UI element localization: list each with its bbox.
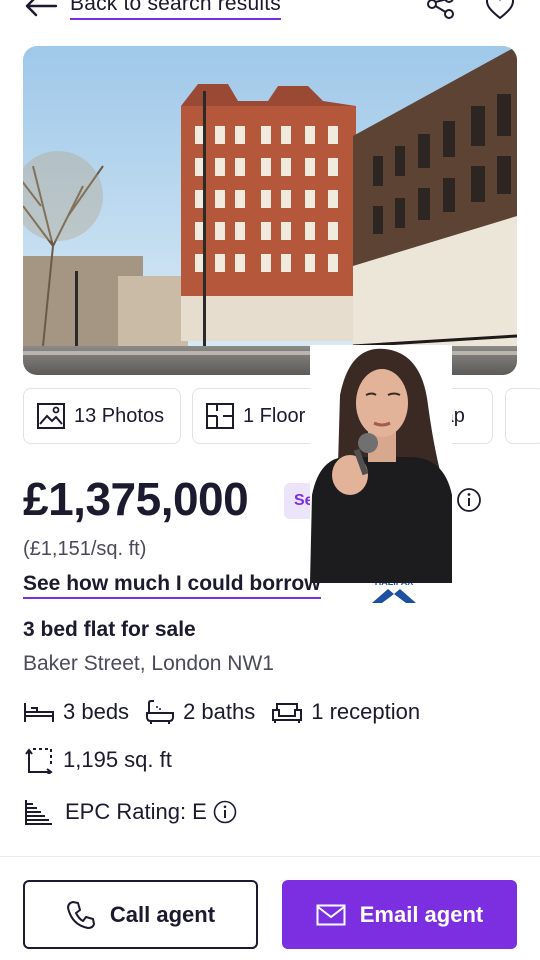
floor-area: 1,195 sq. ft — [23, 746, 172, 774]
call-agent-label: Call agent — [109, 901, 216, 927]
listing-title: 3 bed flat for sale — [23, 618, 196, 641]
borrow-calculator-link[interactable]: See how much I could borrow — [23, 572, 321, 599]
footer-divider — [0, 856, 540, 857]
heart-icon[interactable] — [484, 0, 516, 22]
call-agent-button[interactable]: Call agent — [23, 880, 258, 949]
presenter-video-overlay — [310, 345, 452, 583]
bed-icon — [24, 703, 54, 722]
floorplan-icon — [206, 403, 234, 429]
top-bar: Back to search results — [0, 0, 540, 30]
key-features: 3 beds 2 baths 1 reception — [23, 694, 436, 730]
reception-value: 1 reception — [311, 699, 421, 724]
more-media-tab[interactable] — [505, 388, 540, 444]
email-agent-button[interactable]: Email agent — [282, 880, 517, 949]
baths-feature: 2 baths — [145, 699, 255, 725]
photos-tab-label: 13 Photos — [74, 404, 165, 427]
area-value: 1,195 sq. ft — [63, 747, 172, 772]
price-per-sqft: (£1,151/sq. ft) — [23, 538, 147, 560]
photos-icon — [37, 403, 65, 429]
epc-chart-icon — [25, 800, 52, 825]
back-arrow-icon[interactable] — [24, 0, 58, 18]
reception-feature: 1 reception — [271, 699, 420, 725]
listing-price: £1,375,000 — [23, 473, 249, 525]
property-hero-image[interactable] — [23, 46, 517, 375]
area-icon — [25, 748, 53, 774]
beds-value: 3 beds — [63, 699, 130, 724]
share-icon[interactable] — [426, 0, 456, 22]
epc-value: EPC Rating: E — [65, 799, 207, 824]
email-agent-label: Email agent — [359, 901, 484, 927]
epc-info-icon[interactable] — [213, 800, 237, 824]
back-to-search-link[interactable]: Back to search results — [70, 0, 281, 20]
info-icon[interactable] — [456, 487, 482, 513]
baths-value: 2 baths — [183, 699, 256, 724]
beds-feature: 3 beds — [23, 699, 129, 725]
bath-icon — [146, 700, 175, 724]
phone-icon — [66, 900, 95, 929]
media-tabs: 13 Photos 1 Floor plan Map — [23, 388, 540, 444]
sofa-icon — [272, 703, 303, 723]
epc-rating: EPC Rating: E — [23, 798, 249, 826]
photos-tab[interactable]: 13 Photos — [23, 388, 181, 444]
listing-address: Baker Street, London NW1 — [23, 652, 274, 675]
envelope-icon — [316, 904, 346, 925]
